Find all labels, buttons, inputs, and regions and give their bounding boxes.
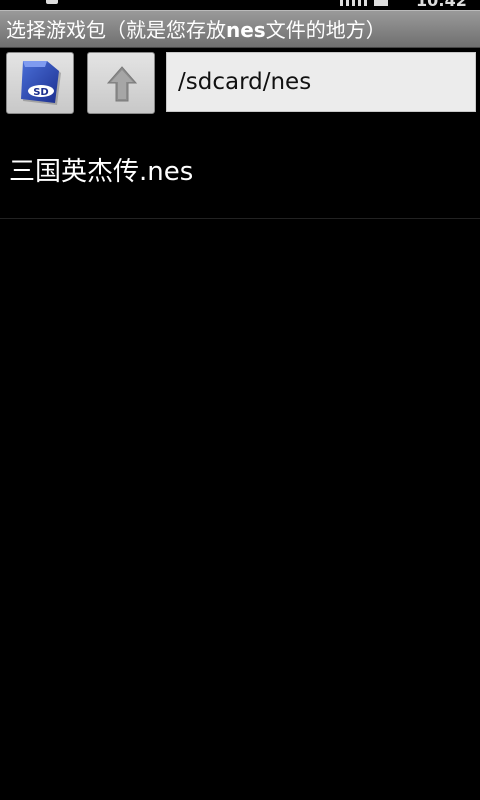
page-title: 选择游戏包（就是您存放nes文件的地方） [6, 17, 386, 43]
status-bar: 10:42 [0, 0, 480, 10]
arrow-up-icon [107, 66, 137, 102]
title-prefix: 选择游戏包（就是您存放 [6, 18, 226, 42]
notification-icon [46, 0, 58, 4]
list-item-label: 三国英杰传.nes [9, 157, 194, 187]
up-directory-button[interactable] [87, 52, 155, 114]
battery-icon [374, 0, 388, 6]
title-suffix: 文件的地方） [265, 18, 386, 42]
svg-text:SD: SD [33, 87, 49, 98]
path-field[interactable]: /sdcard/nes [166, 52, 476, 112]
signal-icon [340, 0, 370, 6]
title-bold: nes [226, 18, 266, 42]
list-item[interactable]: 三国英杰传.nes [0, 118, 480, 219]
sdcard-button[interactable]: SD [6, 52, 74, 114]
status-time: 10:42 [416, 0, 467, 10]
title-bar: 选择游戏包（就是您存放nes文件的地方） [0, 10, 480, 48]
sdcard-icon: SD [21, 61, 61, 105]
file-list: 三国英杰传.nes [0, 118, 480, 219]
toolbar: SD /sdcard/nes [0, 48, 480, 118]
